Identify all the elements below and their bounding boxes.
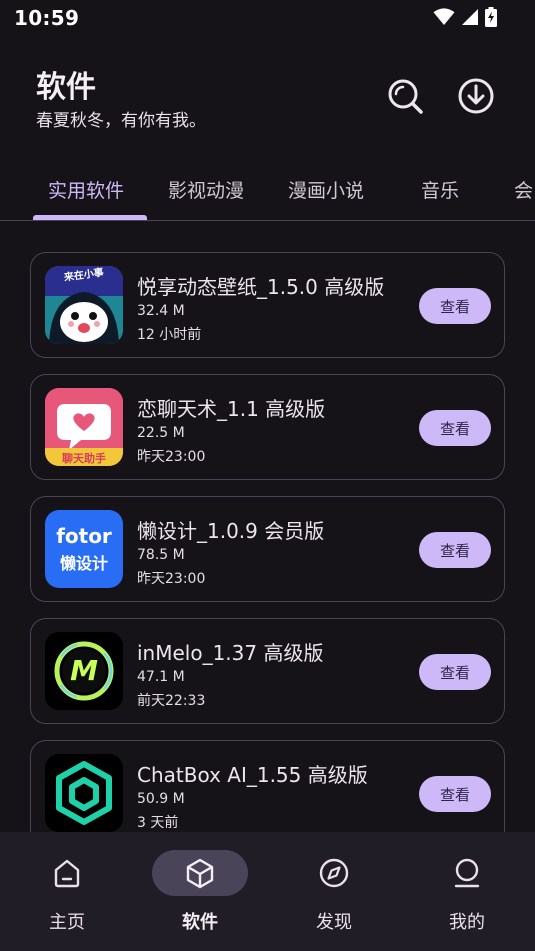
app-card-inmelo[interactable]: M inMelo_1.37 高级版 47.1 M 前天22:33 查看 <box>30 618 505 724</box>
chat-bubble-app-icon: 聊天助手 <box>45 388 123 466</box>
status-bar: 10:59 <box>0 0 535 38</box>
app-card-wallpaper[interactable]: 来在小事 悦享动态壁纸_1.5.0 高级版 32.4 M 12 小时前 查看 <box>30 252 505 358</box>
app-list: 来在小事 悦享动态壁纸_1.5.0 高级版 32.4 M 12 小时前 查看 聊… <box>0 222 535 832</box>
home-icon <box>54 859 80 888</box>
app-card-chat[interactable]: 聊天助手 恋聊天术_1.1 高级版 22.5 M 昨天23:00 查看 <box>30 374 505 480</box>
inmelo-icon-letter: M <box>70 654 98 687</box>
view-button[interactable]: 查看 <box>419 532 491 568</box>
bottom-navigation: 主页 软件 发现 我的 <box>0 832 535 951</box>
nav-item-software[interactable]: 软件 <box>150 848 250 938</box>
tab-comics-novels[interactable]: 漫画小说 <box>288 176 364 203</box>
chatbox-app-icon <box>45 754 123 832</box>
fotor-icon-line1: fotor <box>56 524 112 548</box>
search-button[interactable] <box>383 74 427 118</box>
tab-member[interactable]: 会 <box>514 176 533 203</box>
page-header: 软件 春夏秋冬，有你有我。 <box>0 52 535 142</box>
nav-label-discover: 发现 <box>316 912 352 933</box>
app-size: 47.1 M <box>137 669 185 685</box>
app-title: ChatBox AI_1.55 高级版 <box>137 763 368 787</box>
app-size: 32.4 M <box>137 303 185 319</box>
app-card-chatbox[interactable]: ChatBox AI_1.55 高级版 50.9 M 3 天前 查看 <box>30 740 505 832</box>
view-button[interactable]: 查看 <box>419 410 491 446</box>
nav-item-home[interactable]: 主页 <box>17 848 117 938</box>
app-time: 3 天前 <box>137 815 179 831</box>
tabs-divider <box>0 220 535 221</box>
status-icons <box>433 7 497 27</box>
app-time: 昨天23:00 <box>137 449 206 465</box>
view-button[interactable]: 查看 <box>419 288 491 324</box>
app-title: 恋聊天术_1.1 高级版 <box>137 397 326 421</box>
status-time: 10:59 <box>14 6 80 30</box>
cube-icon <box>186 858 214 889</box>
nav-item-profile[interactable]: 我的 <box>417 848 517 938</box>
wallpaper-app-icon: 来在小事 <box>45 266 123 344</box>
nav-item-discover[interactable]: 发现 <box>284 848 384 938</box>
page-subtitle: 春夏秋冬，有你有我。 <box>36 111 206 131</box>
chat-icon-badge: 聊天助手 <box>62 452 106 465</box>
page-title: 软件 <box>36 70 96 105</box>
view-button[interactable]: 查看 <box>419 776 491 812</box>
app-size: 22.5 M <box>137 425 185 441</box>
app-time: 12 小时前 <box>137 327 202 343</box>
tab-music[interactable]: 音乐 <box>421 176 459 203</box>
fotor-app-icon: fotor 懒设计 <box>45 510 123 588</box>
app-size: 78.5 M <box>137 547 185 563</box>
nav-label-software: 软件 <box>182 912 218 933</box>
download-icon <box>458 78 494 114</box>
compass-icon <box>319 858 349 888</box>
category-tabs: 实用软件 影视动漫 漫画小说 音乐 会 <box>0 162 535 222</box>
tab-utility-software[interactable]: 实用软件 <box>48 176 124 203</box>
app-time: 前天22:33 <box>137 693 206 709</box>
signal-icon <box>462 9 478 25</box>
app-title: 悦享动态壁纸_1.5.0 高级版 <box>137 275 385 299</box>
view-button[interactable]: 查看 <box>419 654 491 690</box>
inmelo-app-icon: M <box>45 632 123 710</box>
app-title: 懒设计_1.0.9 会员版 <box>137 519 325 543</box>
tab-film-anime[interactable]: 影视动漫 <box>168 176 244 203</box>
app-size: 50.9 M <box>137 791 185 807</box>
app-time: 昨天23:00 <box>137 571 206 587</box>
app-title: inMelo_1.37 高级版 <box>137 641 324 665</box>
battery-icon <box>485 7 497 27</box>
profile-icon <box>454 858 480 888</box>
nav-label-home: 主页 <box>49 912 85 933</box>
fotor-icon-line2: 懒设计 <box>59 554 108 573</box>
app-card-fotor[interactable]: fotor 懒设计 懒设计_1.0.9 会员版 78.5 M 昨天23:00 查… <box>30 496 505 602</box>
download-button[interactable] <box>454 74 498 118</box>
nav-label-profile: 我的 <box>449 912 485 933</box>
search-icon <box>388 79 423 114</box>
wifi-icon <box>433 8 455 25</box>
